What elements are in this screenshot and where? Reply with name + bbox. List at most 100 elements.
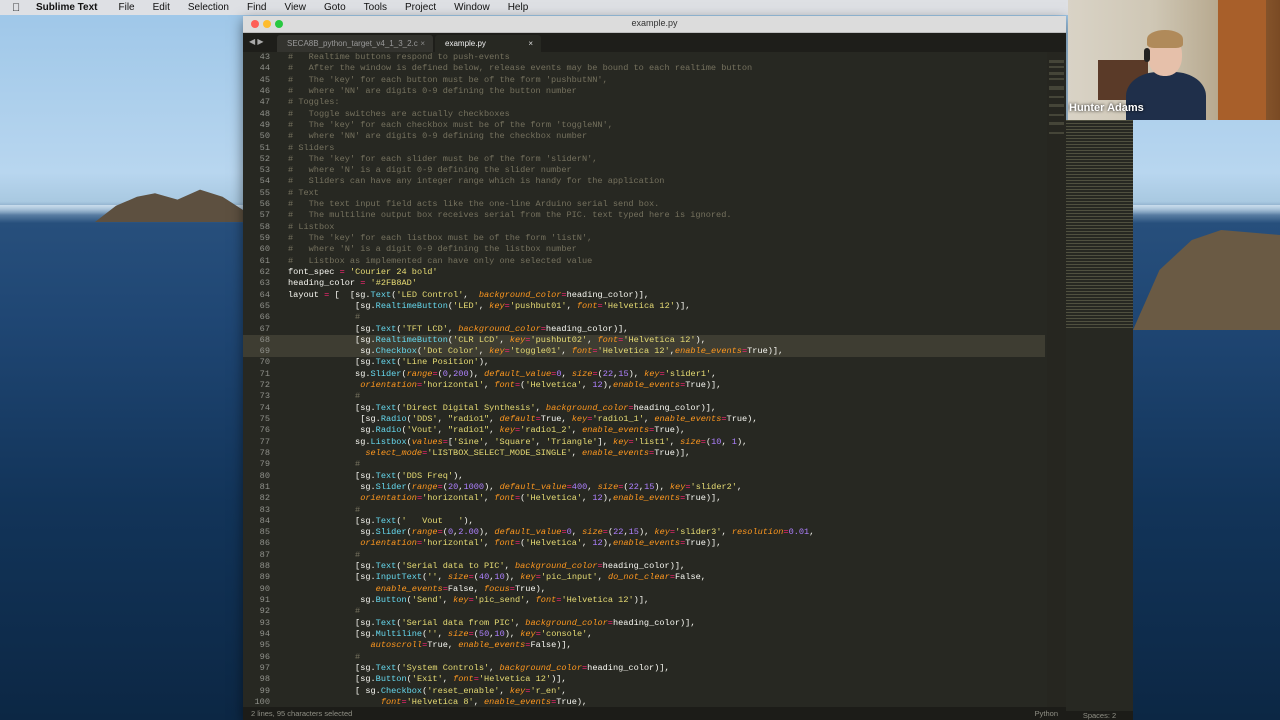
- close-icon[interactable]: ×: [420, 35, 425, 52]
- code-line[interactable]: 69 sg.Checkbox('Dot Color', key='toggle0…: [243, 346, 1045, 358]
- code-line[interactable]: 82 orientation='horizontal', font=('Helv…: [243, 493, 1045, 504]
- code-line[interactable]: 91 sg.Button('Send', key='pic_send', fon…: [243, 595, 1045, 606]
- line-text[interactable]: select_mode='LISTBOX_SELECT_MODE_SINGLE'…: [288, 448, 690, 459]
- code-line[interactable]: 74 [sg.Text('Direct Digital Synthesis', …: [243, 403, 1045, 414]
- line-text[interactable]: sg.Checkbox('Dot Color', key='toggle01',…: [288, 346, 783, 357]
- line-text[interactable]: [ sg.Checkbox('reset_enable', key='r_en'…: [288, 686, 567, 697]
- code-line[interactable]: 62 font_spec = 'Courier 24 bold': [243, 267, 1045, 278]
- menu-project[interactable]: Project: [405, 2, 436, 13]
- code-line[interactable]: 96 #: [243, 652, 1045, 663]
- line-text[interactable]: orientation='horizontal', font=('Helveti…: [288, 538, 721, 549]
- line-text[interactable]: # where 'N' is a digit 0-9 defining the …: [288, 244, 577, 255]
- code-line[interactable]: 77 sg.Listbox(values=['Sine', 'Square', …: [243, 437, 1045, 448]
- line-text[interactable]: autoscroll=True, enable_events=False)],: [288, 640, 572, 651]
- menu-edit[interactable]: Edit: [153, 2, 170, 13]
- code-line[interactable]: 88 [sg.Text('Serial data to PIC', backgr…: [243, 561, 1045, 572]
- tab-nav-arrows-icon[interactable]: ◀ ▶: [249, 37, 264, 46]
- code-line[interactable]: 67 [sg.Text('TFT LCD', background_color=…: [243, 324, 1045, 335]
- code-line[interactable]: 76 sg.Radio('Vout', "radio1", key='radio…: [243, 425, 1045, 436]
- title-bar[interactable]: example.py: [243, 16, 1066, 33]
- code-line[interactable]: 75 [sg.Radio('DDS', "radio1", default=Tr…: [243, 414, 1045, 425]
- code-line[interactable]: 47 # Toggles:: [243, 97, 1045, 108]
- code-line[interactable]: 83 #: [243, 505, 1045, 516]
- line-text[interactable]: #: [288, 505, 360, 516]
- line-text[interactable]: sg.Button('Send', key='pic_send', font='…: [288, 595, 649, 606]
- line-text[interactable]: font_spec = 'Courier 24 bold': [288, 267, 438, 278]
- line-text[interactable]: # Listbox: [288, 222, 334, 233]
- line-text[interactable]: [sg.Text('Line Position'),: [288, 357, 489, 368]
- code-line[interactable]: 100 font='Helvetica 8', enable_events=Tr…: [243, 697, 1045, 707]
- minimap[interactable]: [1047, 52, 1066, 707]
- code-line[interactable]: 51 # Sliders: [243, 143, 1045, 154]
- line-text[interactable]: sg.Listbox(values=['Sine', 'Square', 'Tr…: [288, 437, 747, 448]
- code-editor[interactable]: 43 # Realtime buttons respond to push-eve…: [243, 52, 1066, 707]
- code-line[interactable]: 89 [sg.InputText('', size=(40,10), key='…: [243, 572, 1045, 583]
- line-text[interactable]: #: [288, 652, 360, 663]
- indent-status[interactable]: Spaces: 2: [1083, 711, 1116, 720]
- code-line[interactable]: 63 heading_color = '#2FB8AD': [243, 278, 1045, 289]
- code-line[interactable]: 87 #: [243, 550, 1045, 561]
- tab-seca8b[interactable]: SECA8B_python_target_v4_1_3_2.c ×: [277, 35, 433, 52]
- line-text[interactable]: #: [288, 312, 360, 323]
- menu-selection[interactable]: Selection: [188, 2, 229, 13]
- minimap-overview[interactable]: [1066, 120, 1133, 330]
- line-text[interactable]: # where 'NN' are digits 0-9 defining the…: [288, 86, 577, 97]
- code-line[interactable]: 58 # Listbox: [243, 222, 1045, 233]
- line-text[interactable]: # The 'key' for each button must be of t…: [288, 75, 608, 86]
- code-line[interactable]: 95 autoscroll=True, enable_events=False)…: [243, 640, 1045, 651]
- line-text[interactable]: [sg.Text('Serial data from PIC', backgro…: [288, 618, 695, 629]
- code-line[interactable]: 97 [sg.Text('System Controls', backgroun…: [243, 663, 1045, 674]
- line-text[interactable]: # Toggles:: [288, 97, 340, 108]
- code-line[interactable]: 78 select_mode='LISTBOX_SELECT_MODE_SING…: [243, 448, 1045, 459]
- code-line[interactable]: 99 [ sg.Checkbox('reset_enable', key='r_…: [243, 686, 1045, 697]
- line-text[interactable]: sg.Slider(range=(0,200), default_value=0…: [288, 369, 716, 380]
- code-line[interactable]: 84 [sg.Text(' Vout '),: [243, 516, 1045, 527]
- line-text[interactable]: [sg.Text('Direct Digital Synthesis', bac…: [288, 403, 716, 414]
- line-text[interactable]: #: [288, 606, 360, 617]
- line-text[interactable]: # Sliders: [288, 143, 334, 154]
- line-text[interactable]: # Sliders can have any integer range whi…: [288, 176, 664, 187]
- line-text[interactable]: [sg.Multiline('', size=(50,10), key='con…: [288, 629, 592, 640]
- code-line[interactable]: 50 # where 'NN' are digits 0-9 defining t…: [243, 131, 1045, 142]
- code-line[interactable]: 85 sg.Slider(range=(0,2.00), default_val…: [243, 527, 1045, 538]
- code-line[interactable]: 92 #: [243, 606, 1045, 617]
- code-line[interactable]: 53 # where 'N' is a digit 0-9 defining th…: [243, 165, 1045, 176]
- code-line[interactable]: 72 orientation='horizontal', font=('Helv…: [243, 380, 1045, 391]
- close-icon[interactable]: ×: [528, 35, 533, 52]
- apple-icon[interactable]: : [12, 2, 26, 14]
- line-text[interactable]: # Listbox as implemented can have only o…: [288, 256, 592, 267]
- line-text[interactable]: # Toggle switches are actually checkboxe…: [288, 109, 510, 120]
- line-text[interactable]: enable_events=False, focus=True),: [288, 584, 546, 595]
- code-line[interactable]: 80 [sg.Text('DDS Freq'),: [243, 471, 1045, 482]
- menu-find[interactable]: Find: [247, 2, 266, 13]
- line-text[interactable]: orientation='horizontal', font=('Helveti…: [288, 493, 721, 504]
- code-line[interactable]: 46 # where 'NN' are digits 0-9 defining t…: [243, 86, 1045, 97]
- line-text[interactable]: orientation='horizontal', font=('Helveti…: [288, 380, 721, 391]
- code-line[interactable]: 81 sg.Slider(range=(20,1000), default_va…: [243, 482, 1045, 493]
- code-line[interactable]: 93 [sg.Text('Serial data from PIC', back…: [243, 618, 1045, 629]
- code-area[interactable]: 43 # Realtime buttons respond to push-eve…: [243, 52, 1045, 707]
- line-text[interactable]: #: [288, 459, 360, 470]
- line-text[interactable]: sg.Slider(range=(20,1000), default_value…: [288, 482, 742, 493]
- line-text[interactable]: [sg.Text('DDS Freq'),: [288, 471, 463, 482]
- line-text[interactable]: # Realtime buttons respond to push-event…: [288, 52, 510, 63]
- code-line[interactable]: 86 orientation='horizontal', font=('Helv…: [243, 538, 1045, 549]
- syntax-status[interactable]: Python: [1000, 707, 1066, 720]
- code-line[interactable]: 57 # The multiline output box receives se…: [243, 210, 1045, 221]
- line-text[interactable]: # Text: [288, 188, 319, 199]
- line-text[interactable]: layout = [ [sg.Text('LED Control', backg…: [288, 290, 649, 301]
- menu-file[interactable]: File: [119, 2, 135, 13]
- line-text[interactable]: #: [288, 550, 360, 561]
- code-line[interactable]: 60 # where 'N' is a digit 0-9 defining th…: [243, 244, 1045, 255]
- code-line[interactable]: 70 [sg.Text('Line Position'),: [243, 357, 1045, 368]
- code-line[interactable]: 44 # After the window is defined below, r…: [243, 63, 1045, 74]
- tab-example-py[interactable]: example.py ×: [435, 35, 541, 52]
- menu-goto[interactable]: Goto: [324, 2, 346, 13]
- line-text[interactable]: # The 'key' for each listbox must be of …: [288, 233, 592, 244]
- menu-help[interactable]: Help: [508, 2, 529, 13]
- code-line[interactable]: 94 [sg.Multiline('', size=(50,10), key='…: [243, 629, 1045, 640]
- line-text[interactable]: sg.Radio('Vout', "radio1", key='radio1_2…: [288, 425, 685, 436]
- code-line[interactable]: 56 # The text input field acts like the o…: [243, 199, 1045, 210]
- line-text[interactable]: [sg.RealtimeButton('CLR LCD', key='pushb…: [288, 335, 706, 346]
- code-line[interactable]: 64 layout = [ [sg.Text('LED Control', bac…: [243, 290, 1045, 301]
